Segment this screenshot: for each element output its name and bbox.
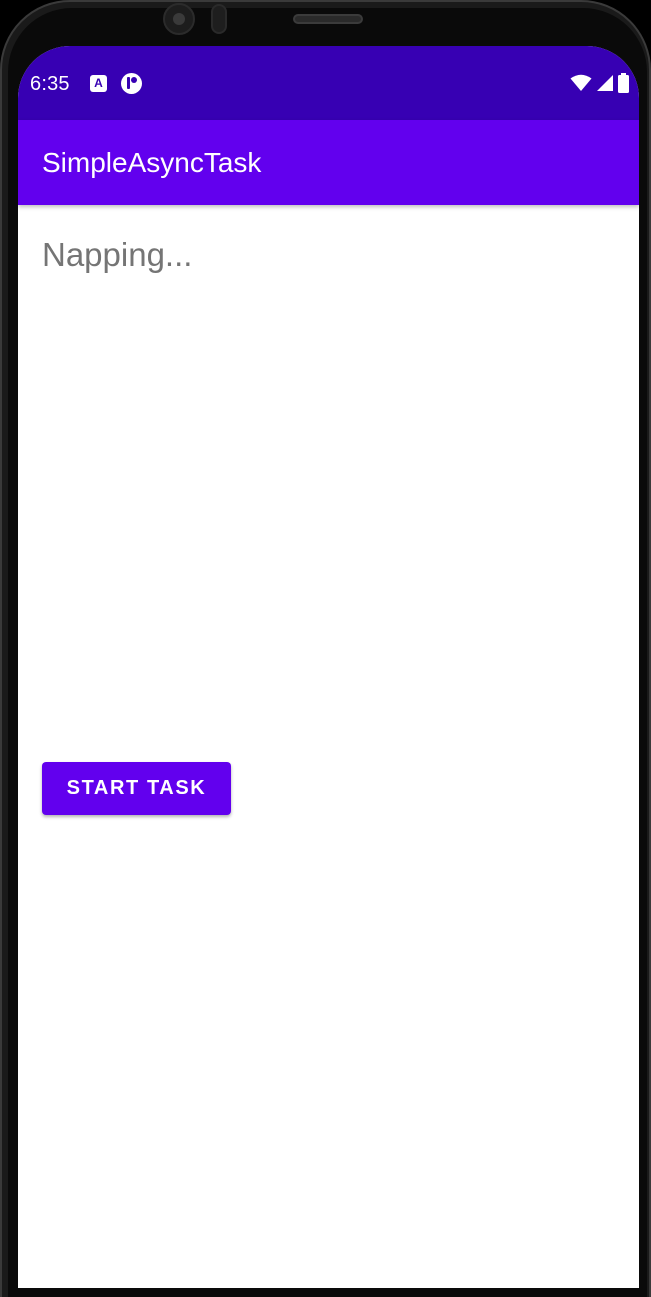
front-camera: [163, 3, 195, 35]
earpiece-speaker: [293, 14, 363, 24]
wifi-icon: [570, 74, 592, 91]
battery-icon: [618, 73, 629, 93]
system-icons: [570, 72, 629, 94]
phone-screen: 6:35 A SimpleAsyncTask Napping... START …: [18, 46, 639, 1288]
a-notification-icon: A: [90, 75, 107, 92]
main-content: Napping... START TASK: [18, 205, 639, 1288]
status-bar: 6:35 A: [18, 46, 639, 120]
proximity-sensor: [211, 4, 227, 34]
cell-signal-icon: [597, 75, 613, 91]
task-status-text: Napping...: [42, 236, 193, 273]
phone-device: 6:35 A SimpleAsyncTask Napping... START …: [0, 0, 651, 1297]
app-notification-icon: [121, 73, 142, 94]
start-task-button[interactable]: START TASK: [42, 762, 231, 815]
app-title: SimpleAsyncTask: [42, 147, 262, 178]
status-time: 6:35: [30, 73, 70, 95]
app-bar: SimpleAsyncTask: [18, 120, 639, 205]
